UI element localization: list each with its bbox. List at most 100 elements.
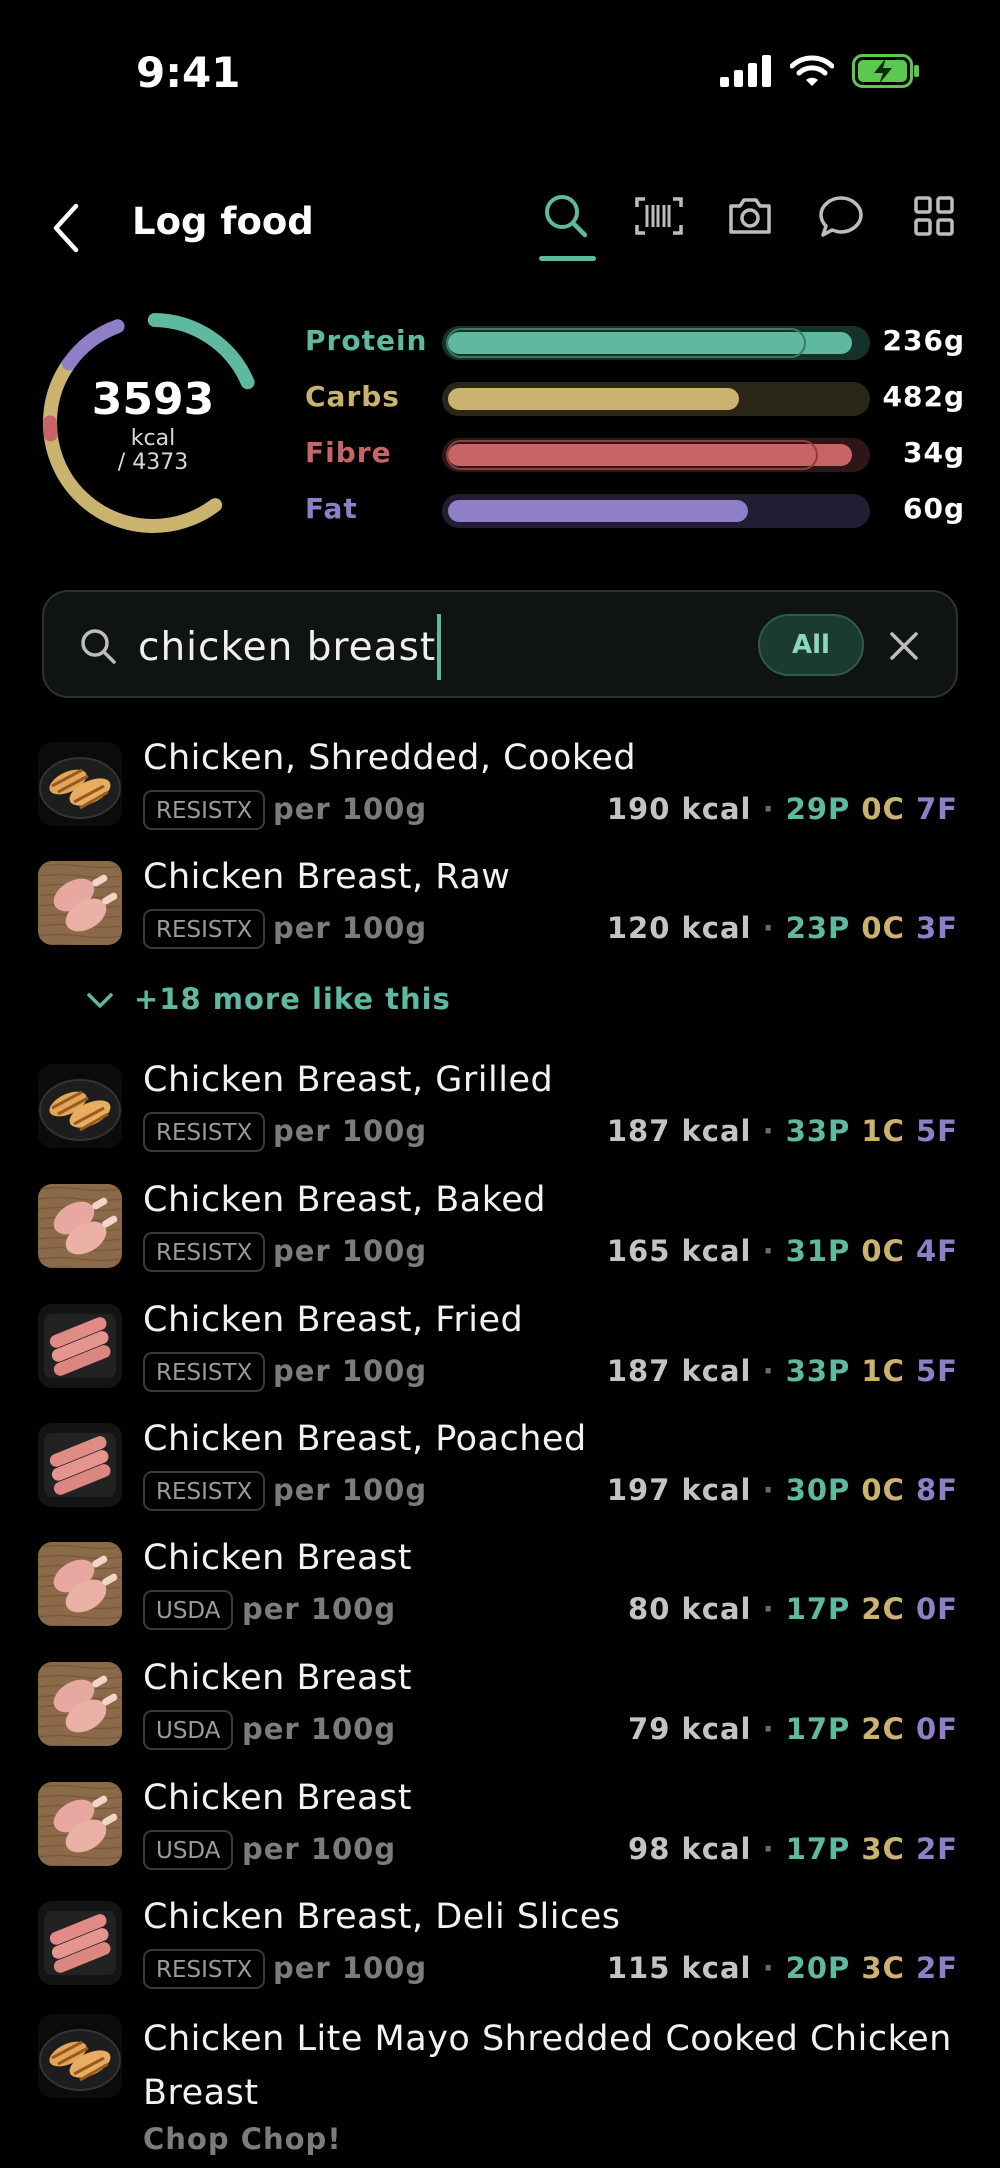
text-caret [437, 614, 441, 680]
protein: 17P [785, 1832, 851, 1866]
macro-track [442, 494, 870, 528]
list-item[interactable]: Chicken Breast, Fried RESISTX per 100g 187 … [0, 1300, 1000, 1410]
source-badge: RESISTX [143, 1949, 266, 1989]
tab-camera[interactable] [722, 188, 778, 244]
fat: 0F [916, 1592, 958, 1626]
macro-track [442, 382, 870, 416]
calories: 165 kcal [606, 1234, 752, 1268]
food-thumbnail [38, 1662, 122, 1746]
source-badge: USDA [143, 1830, 234, 1870]
calorie-ring[interactable]: 3593 kcal / 4373 [38, 308, 268, 538]
macro-value: 60g [902, 492, 965, 525]
list-item[interactable]: Chicken Breast USDA per 100g 80 kcal · 17P … [0, 1538, 1000, 1648]
nutrition-summary: 187 kcal · 33P 1C 5F [607, 1114, 958, 1148]
search-icon [81, 629, 116, 664]
list-item[interactable]: Chicken Breast, Raw RESISTX per 100g 120 kc… [0, 857, 1000, 967]
serving-size: per 100g [273, 1473, 428, 1507]
food-thumbnail [38, 1423, 122, 1507]
list-item[interactable]: Chicken Breast USDA per 100g 79 kcal · 17P … [0, 1658, 1000, 1768]
food-thumbnail [38, 1064, 122, 1148]
protein: 20P [785, 1951, 851, 1985]
close-icon[interactable] [882, 624, 926, 668]
signal-icon [720, 55, 771, 87]
nutrition-summary: 190 kcal · 29P 0C 7F [607, 792, 958, 826]
macro-protein: Protein 236g [305, 318, 965, 364]
macro-value: 236g [882, 324, 965, 357]
fat: 2F [916, 1832, 958, 1866]
separator-dot: · [751, 1951, 786, 1985]
food-name: Chicken Breast [143, 1538, 413, 1578]
nutrition-summary: 98 kcal · 17P 3C 2F [628, 1832, 958, 1866]
calories-consumed: 3593 [91, 374, 215, 425]
macro-carbs: Carbs 482g [305, 374, 965, 420]
calories: 187 kcal [606, 1354, 752, 1388]
back-button[interactable] [46, 198, 86, 258]
macro-label: Protein [305, 324, 428, 357]
fat: 2F [916, 1951, 958, 1985]
nutrition-summary: 115 kcal · 20P 3C 2F [607, 1951, 958, 1985]
source-badge: RESISTX [143, 1112, 266, 1152]
list-item[interactable]: Chicken Breast USDA per 100g 98 kcal · 17P … [0, 1778, 1000, 1888]
nutrition-summary: 165 kcal · 31P 0C 4F [607, 1234, 958, 1268]
carbs: 0C [861, 1234, 905, 1268]
food-name: Chicken Breast, Grilled [143, 1060, 554, 1100]
fat: 7F [916, 792, 958, 826]
tab-search[interactable] [538, 188, 594, 244]
calories: 187 kcal [606, 1114, 752, 1148]
source-filter-button[interactable]: All [758, 614, 864, 676]
protein: 17P [785, 1712, 851, 1746]
serving-size: per 100g [273, 1114, 428, 1148]
macro-value: 34g [902, 436, 965, 469]
list-item[interactable]: Chicken, Shredded, Cooked RESISTX per 100g… [0, 738, 1000, 848]
list-item[interactable]: Chicken Breast, Deli Slices RESISTX per 10… [0, 1897, 1000, 2007]
food-name: Chicken, Shredded, Cooked [143, 738, 637, 778]
food-name: Chicken Breast, Baked [143, 1180, 547, 1220]
macro-track [442, 438, 870, 472]
carbs: 1C [861, 1114, 905, 1148]
active-tab-indicator [539, 256, 596, 261]
food-name: Chicken Breast [143, 1658, 413, 1698]
carbs: 0C [861, 1473, 905, 1507]
food-thumbnail [38, 742, 122, 826]
nutrition-summary: 80 kcal · 17P 2C 0F [628, 1592, 958, 1626]
list-item[interactable]: Chicken Breast, Baked RESISTX per 100g 165 … [0, 1180, 1000, 1290]
calories: 115 kcal [606, 1951, 752, 1985]
list-item[interactable]: Chicken Breast, Grilled RESISTX per 100g 18… [0, 1060, 1000, 1170]
serving-size: per 100g [273, 1234, 428, 1268]
calories: 197 kcal [606, 1473, 752, 1507]
source-badge: RESISTX [143, 790, 266, 830]
tab-chat[interactable] [813, 188, 869, 244]
separator-dot: · [751, 1234, 786, 1268]
food-brand: Chop Chop! [143, 2122, 342, 2156]
calories: 80 kcal [628, 1592, 752, 1626]
separator-dot: · [751, 1354, 786, 1388]
fat: 5F [916, 1354, 958, 1388]
calories: 79 kcal [628, 1712, 752, 1746]
more-like-this-label: +18 more like this [134, 982, 451, 1016]
separator-dot: · [751, 1114, 786, 1148]
food-name: Chicken Breast, Raw [143, 857, 511, 897]
carbs: 3C [861, 1832, 905, 1866]
chevron-left-icon [53, 203, 79, 253]
status-time: 9:41 [136, 48, 241, 97]
battery-icon [852, 54, 919, 88]
nutrition-summary: 120 kcal · 23P 0C 3F [607, 911, 958, 945]
food-name: Chicken Breast, Fried [143, 1300, 524, 1340]
macro-target-outline [446, 440, 818, 470]
calories: 120 kcal [606, 911, 752, 945]
fat: 5F [916, 1114, 958, 1148]
list-item[interactable]: Chicken Breast, Poached RESISTX per 100g 19… [0, 1419, 1000, 1529]
source-badge: RESISTX [143, 909, 266, 949]
food-thumbnail [38, 1782, 122, 1866]
source-badge: USDA [143, 1710, 234, 1750]
fat: 4F [916, 1234, 958, 1268]
carbs: 2C [861, 1712, 905, 1746]
macro-track [442, 326, 870, 360]
calories: 98 kcal [628, 1832, 752, 1866]
tab-grid[interactable] [906, 188, 962, 244]
food-thumbnail [38, 1184, 122, 1268]
carbs: 0C [861, 792, 905, 826]
search-input[interactable] [136, 616, 700, 678]
tab-barcode[interactable] [631, 188, 687, 244]
serving-size: per 100g [273, 792, 428, 826]
